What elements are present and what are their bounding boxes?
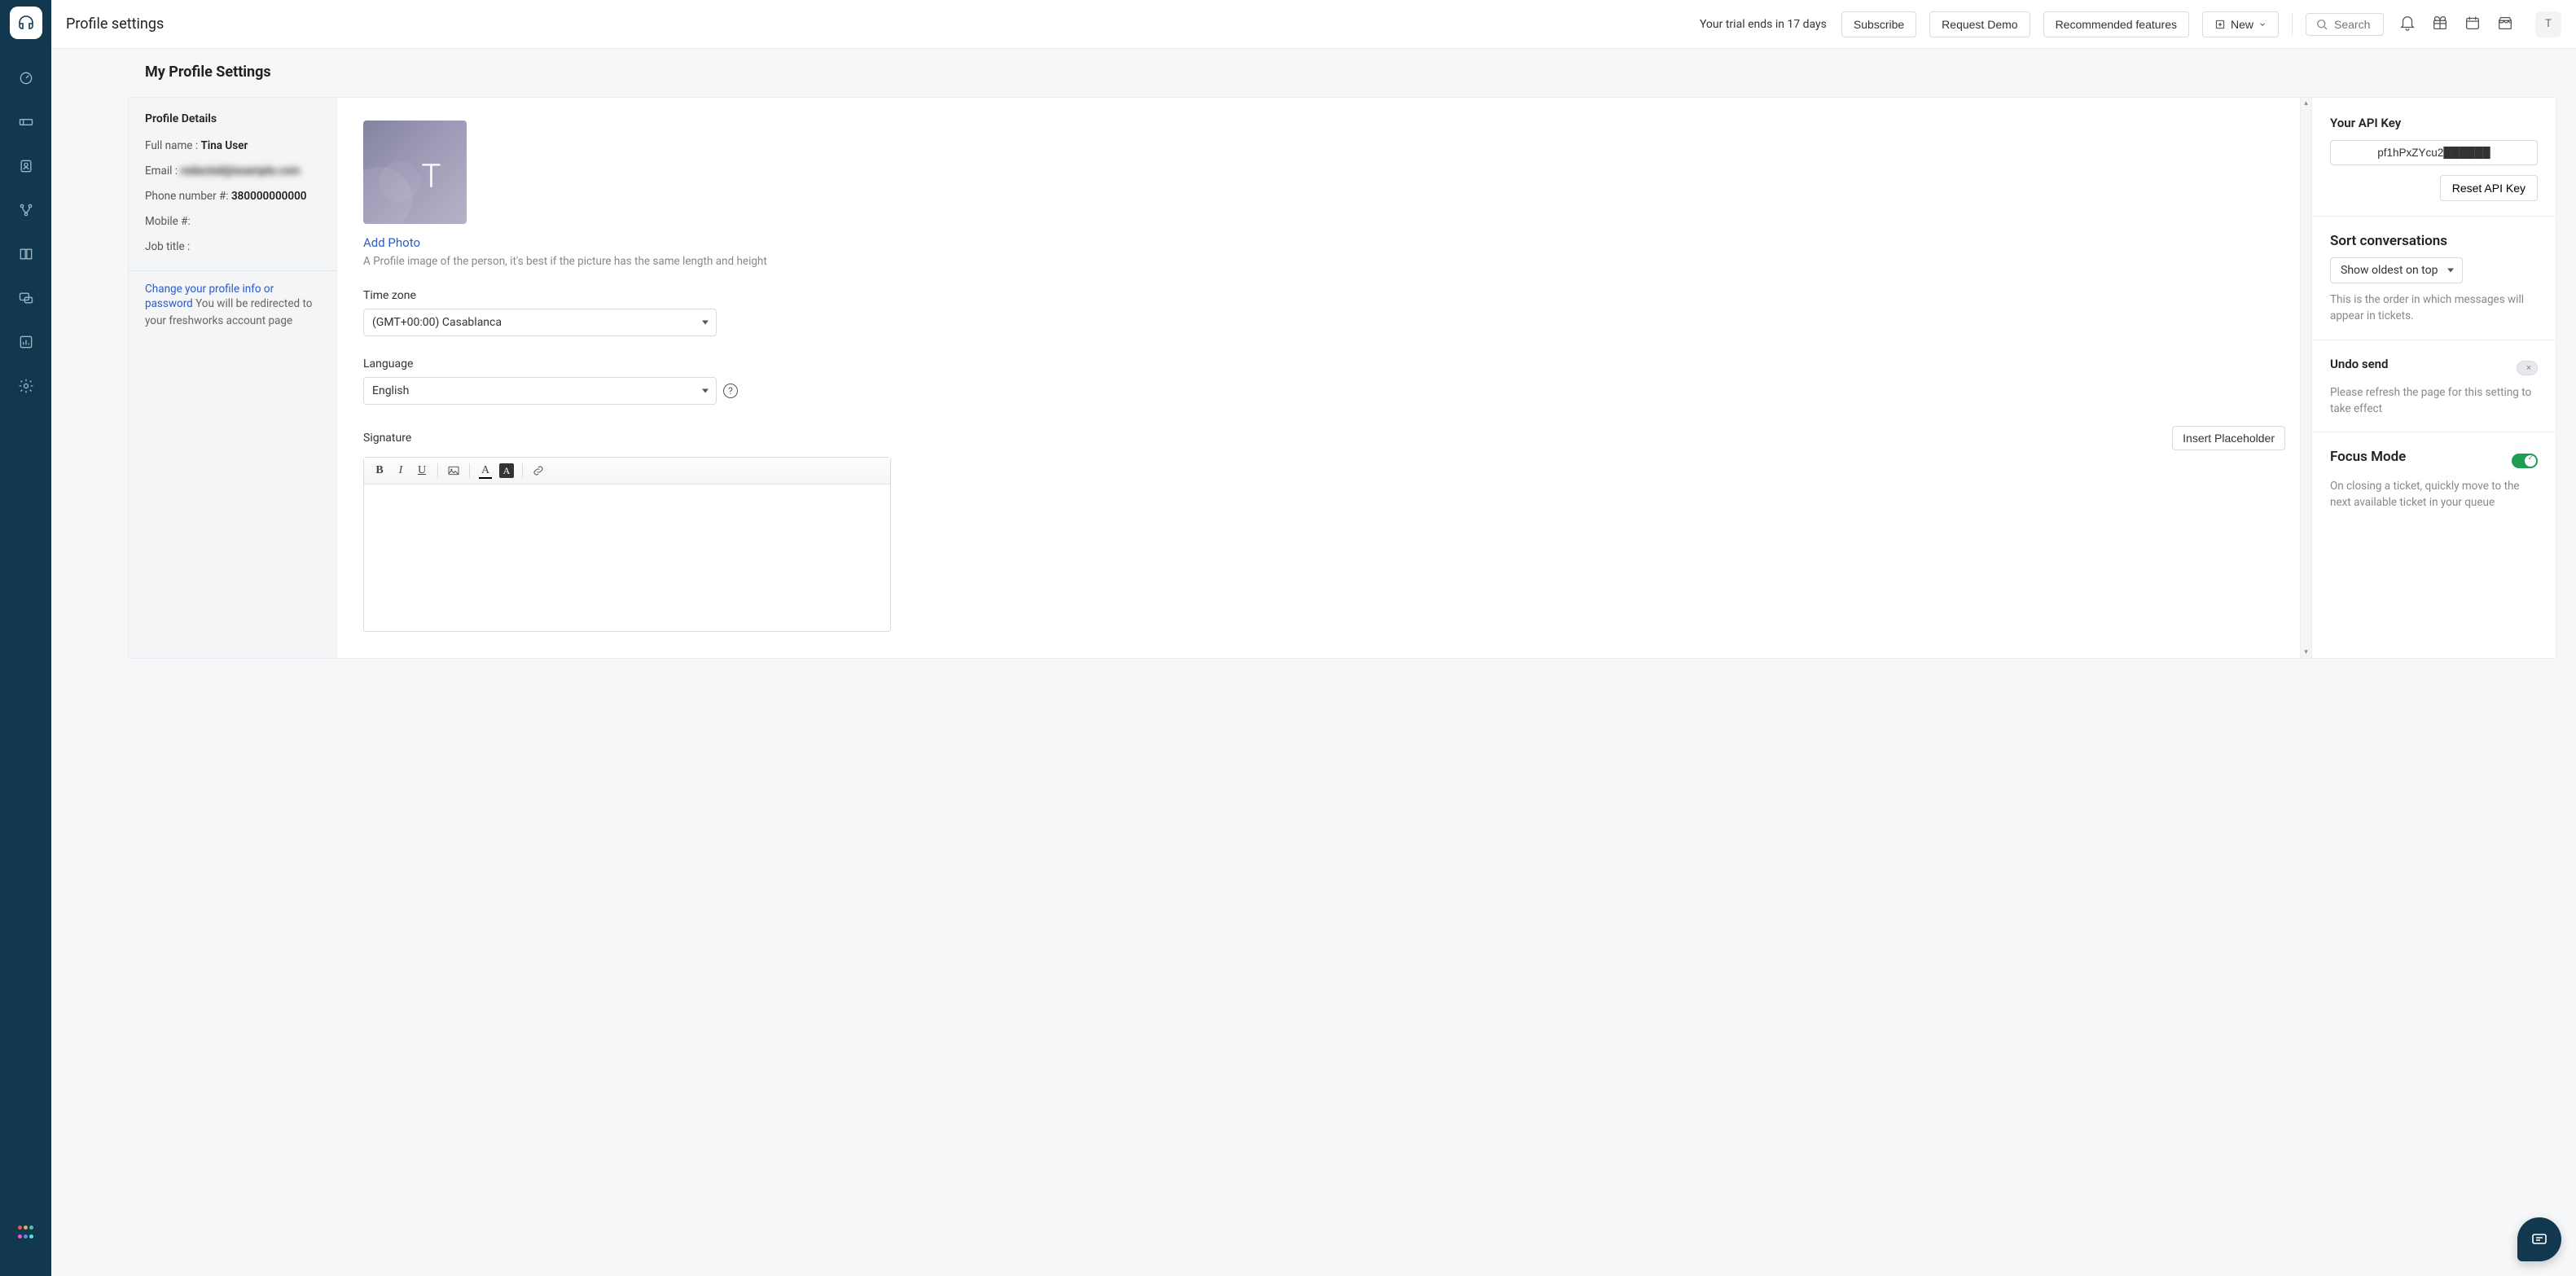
divider — [129, 270, 336, 271]
apps-icon — [18, 1226, 34, 1242]
gift-icon[interactable] — [2431, 14, 2449, 35]
signature-editor: B I U A A — [363, 457, 891, 632]
new-button[interactable]: New — [2202, 11, 2279, 37]
search-box[interactable] — [2306, 13, 2384, 36]
text-color-button[interactable]: A — [475, 461, 496, 480]
bg-color-button[interactable]: A — [496, 461, 517, 480]
avatar[interactable]: T — [2535, 11, 2561, 37]
scroll-down-arrow[interactable]: ▾ — [2301, 647, 2311, 658]
sidebar-item-contacts[interactable] — [10, 150, 42, 182]
sidebar-item-automation[interactable] — [10, 194, 42, 226]
timezone-label: Time zone — [363, 289, 2285, 302]
chat-fab[interactable] — [2517, 1217, 2561, 1261]
sidebar-item-settings[interactable] — [10, 370, 42, 402]
header-divider — [2292, 13, 2293, 36]
trial-message: Your trial ends in 17 days — [1700, 18, 1827, 31]
sidebar-item-chat[interactable] — [10, 282, 42, 314]
help-icon[interactable]: ? — [723, 384, 738, 398]
new-button-label: New — [2231, 18, 2253, 31]
link-button[interactable] — [528, 461, 549, 480]
detail-email: Email : redacted@example.com — [145, 164, 320, 179]
sidebar-item-knowledge[interactable] — [10, 238, 42, 270]
scroll-track[interactable]: ▴ ▾ — [2300, 98, 2311, 658]
undo-send-toggle[interactable] — [2517, 361, 2538, 375]
profile-photo: T — [363, 121, 467, 224]
language-label: Language — [363, 357, 2285, 371]
search-icon — [2315, 17, 2329, 32]
undo-send-heading: Undo send — [2330, 357, 2389, 371]
focus-mode-toggle[interactable] — [2512, 454, 2538, 468]
right-panel: Your API Key Reset API Key Sort conversa… — [2312, 97, 2556, 659]
header: Profile settings Your trial ends in 17 d… — [51, 0, 2576, 49]
body: My Profile Settings Profile Details Full… — [51, 49, 2576, 1276]
editor-toolbar: B I U A A — [364, 458, 890, 485]
sidebar — [0, 0, 51, 1276]
profile-form-panel: T Add Photo A Profile image of the perso… — [336, 97, 2312, 659]
sort-heading: Sort conversations — [2330, 233, 2538, 249]
undo-send-desc: Please refresh the page for this setting… — [2330, 384, 2538, 418]
reset-api-key-button[interactable]: Reset API Key — [2440, 175, 2538, 201]
timezone-select[interactable]: (GMT+00:00) Casablanca — [363, 309, 717, 336]
detail-job-title: Job title : — [145, 239, 320, 255]
insert-placeholder-button[interactable]: Insert Placeholder — [2172, 426, 2285, 450]
profile-details-panel: Profile Details Full name : Tina User Em… — [128, 97, 336, 659]
detail-mobile: Mobile #: — [145, 214, 320, 230]
notifications-icon[interactable] — [2398, 14, 2416, 35]
recommended-features-button[interactable]: Recommended features — [2043, 11, 2189, 37]
bold-button[interactable]: B — [369, 461, 390, 480]
signature-label: Signature — [363, 432, 411, 445]
detail-full-name: Full name : Tina User — [145, 138, 320, 154]
change-profile-block: Change your profile info or password You… — [145, 283, 320, 329]
api-key-field[interactable] — [2330, 140, 2538, 165]
brand-logo[interactable] — [10, 7, 42, 39]
calendar-icon[interactable] — [2464, 14, 2482, 35]
subscribe-button[interactable]: Subscribe — [1841, 11, 1916, 37]
italic-button[interactable]: I — [390, 461, 411, 480]
focus-mode-heading: Focus Mode — [2330, 449, 2406, 465]
detail-phone: Phone number #: 380000000000 — [145, 189, 320, 204]
page-header-title: Profile settings — [66, 15, 164, 33]
sidebar-item-dashboard[interactable] — [10, 62, 42, 94]
image-button[interactable] — [443, 461, 464, 480]
marketplace-icon[interactable] — [2496, 14, 2514, 35]
sidebar-item-reports[interactable] — [10, 326, 42, 358]
photo-hint: A Profile image of the person, it's best… — [363, 255, 2285, 268]
sort-conversations-select[interactable]: Show oldest on top — [2330, 257, 2463, 283]
profile-initial: T — [422, 157, 441, 195]
chevron-down-icon — [2258, 20, 2267, 29]
request-demo-button[interactable]: Request Demo — [1929, 11, 2030, 37]
api-key-heading: Your API Key — [2330, 116, 2538, 130]
page-title: My Profile Settings — [145, 64, 2576, 81]
plus-box-icon — [2214, 19, 2226, 30]
chat-icon — [2530, 1230, 2549, 1249]
focus-mode-desc: On closing a ticket, quickly move to the… — [2330, 478, 2538, 511]
scroll-up-arrow[interactable]: ▴ — [2301, 98, 2311, 109]
sidebar-item-apps[interactable] — [10, 1217, 42, 1250]
sort-desc: This is the order in which messages will… — [2330, 292, 2538, 325]
underline-button[interactable]: U — [411, 461, 432, 480]
add-photo-link[interactable]: Add Photo — [363, 235, 2285, 250]
editor-body[interactable] — [364, 485, 890, 631]
language-select[interactable]: English — [363, 377, 717, 405]
profile-details-heading: Profile Details — [145, 112, 320, 125]
sidebar-item-tickets[interactable] — [10, 106, 42, 138]
search-input[interactable] — [2334, 18, 2375, 31]
